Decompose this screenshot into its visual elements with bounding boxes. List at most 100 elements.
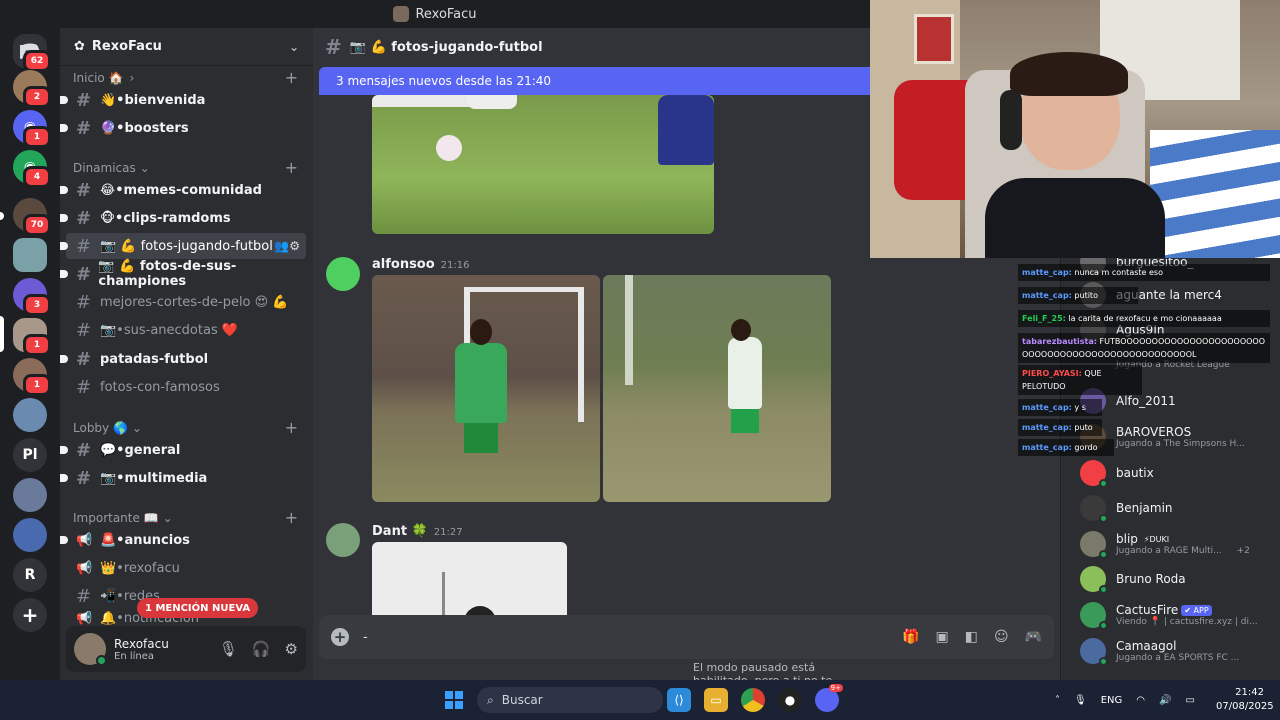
attachment-image[interactable]: [603, 275, 831, 502]
add-server-button[interactable]: +: [13, 598, 47, 632]
server-icon-4[interactable]: 70: [13, 198, 51, 236]
channel-general[interactable]: # 💬•general: [60, 437, 306, 463]
windows-start-icon[interactable]: [442, 688, 466, 712]
add-attachment-icon[interactable]: +: [331, 628, 349, 646]
category-dinamicas[interactable]: Dinamicas ⌄ +: [73, 158, 298, 177]
battery-icon[interactable]: ▭: [1185, 695, 1194, 706]
channel-clips-ramdoms[interactable]: # 🐵•clips-ramdoms: [60, 205, 306, 231]
obs-icon[interactable]: ●: [778, 688, 802, 712]
server-icon-10[interactable]: [13, 518, 47, 552]
server-icon-rexofacu[interactable]: 1: [13, 318, 51, 356]
search-placeholder: Buscar: [501, 693, 543, 707]
microphone-icon[interactable]: 🎙: [1074, 695, 1087, 706]
attachment-image[interactable]: [372, 275, 600, 502]
channel-memes-comunidad[interactable]: # 😂•memes-comunidad: [60, 177, 306, 203]
attachment-image[interactable]: [372, 542, 567, 615]
headphones-icon[interactable]: 🎧: [252, 640, 271, 658]
webcam-overlay: [870, 0, 1280, 258]
avatar: [1080, 531, 1108, 559]
avatar[interactable]: [326, 523, 360, 557]
message-author[interactable]: alfonsoo: [372, 257, 435, 272]
channel-patadas-futbol[interactable]: # patadas-futbol: [60, 346, 306, 372]
server-icon-1[interactable]: 2: [13, 70, 51, 108]
category-lobby[interactable]: Lobby 🌎 ⌄ +: [73, 418, 298, 437]
category-label: Importante 📖: [73, 510, 159, 525]
message-timestamp: 21:27: [433, 527, 463, 538]
new-mention-badge[interactable]: 1 MENCIÓN NUEVA: [137, 598, 259, 618]
server-icon-8[interactable]: [13, 398, 47, 432]
language-indicator[interactable]: ENG: [1101, 695, 1123, 706]
message-author[interactable]: Dant 🍀: [372, 524, 428, 539]
channel-boosters[interactable]: # 🔮•boosters: [60, 115, 306, 141]
member-item[interactable]: Benjamin: [1080, 492, 1173, 524]
message-composer[interactable]: + - 🎁 ▣ ◧ ☺ 🎮: [319, 615, 1054, 659]
ball: [436, 135, 462, 161]
invite-icon[interactable]: 👥⚙: [274, 239, 300, 253]
channel-multimedia[interactable]: # 📷•multimedia: [60, 465, 306, 491]
gamepad-icon[interactable]: 🎮: [1025, 629, 1042, 645]
channel-header: # 📷 💪 fotos-jugando-futbol: [313, 28, 870, 66]
unread-badge: 2: [23, 86, 51, 108]
channel-label: 📷•multimedia: [100, 470, 208, 486]
wifi-icon[interactable]: ◠: [1136, 695, 1145, 706]
volume-icon[interactable]: 🔊: [1159, 695, 1171, 706]
chevron-down-icon: ⌄: [131, 420, 142, 435]
add-channel-icon[interactable]: +: [285, 418, 298, 437]
member-item[interactable]: Bruno Roda: [1080, 563, 1186, 595]
new-messages-bar[interactable]: 3 mensajes nuevos desde las 21:40: [319, 67, 870, 95]
member-item[interactable]: bautix: [1080, 457, 1154, 489]
gif-icon[interactable]: ▣: [935, 629, 948, 645]
emoji-icon[interactable]: ☺: [994, 629, 1009, 645]
server-icon-2[interactable]: ◉1: [13, 110, 51, 148]
unread-dot: [60, 214, 68, 222]
chat-user: Feli_F_25:: [1022, 314, 1066, 323]
home-button[interactable]: 62: [13, 34, 51, 72]
channel-rexofacu[interactable]: 📢 👑•rexofacu: [66, 555, 306, 581]
channel-fotos-de-sus-championes[interactable]: # 📷 💪 fotos-de-sus-championes: [60, 259, 306, 289]
member-item[interactable]: CactusFire ✔ APP Viendo 📍 | cactusfire.xyz…: [1080, 599, 1258, 631]
server-icon-7[interactable]: 1: [13, 358, 51, 396]
sticker-icon[interactable]: ◧: [965, 629, 978, 645]
server-icon-6[interactable]: 3: [13, 278, 51, 316]
gift-icon[interactable]: 🎁: [902, 629, 919, 645]
category-inicio[interactable]: Inicio 🏠 › +: [73, 68, 298, 87]
clock[interactable]: 21:42 07/08/2025: [1216, 686, 1274, 714]
attachment-image[interactable]: [372, 95, 714, 234]
chat-message: matte_cap: y s: [1018, 399, 1102, 416]
channel-sus-anecdotas[interactable]: # 📷•sus-anecdotas ❤️: [66, 317, 306, 343]
channel-fotos-jugando-futbol[interactable]: # 📷 💪 fotos-jugando-futbol 👥⚙: [60, 233, 306, 259]
chrome-icon[interactable]: [741, 688, 765, 712]
server-header[interactable]: ✿ RexoFacu ⌄: [60, 28, 313, 66]
server-icon-9[interactable]: [13, 478, 47, 512]
folder-icon[interactable]: ▭: [704, 688, 728, 712]
avatar[interactable]: [326, 257, 360, 291]
channel-anuncios[interactable]: 📢 🚨•anuncios: [60, 527, 306, 553]
channel-label: patadas-futbol: [100, 351, 209, 367]
server-icon-r[interactable]: R: [13, 558, 47, 592]
member-activity: Jugando a RAGE Multi...: [1116, 546, 1222, 556]
online-status: [1099, 621, 1108, 630]
server-icon-5[interactable]: [13, 238, 47, 272]
channel-mejores-cortes-de-pelo[interactable]: # mejores-cortes-de-pelo 😍 💪: [66, 289, 306, 315]
add-channel-icon[interactable]: +: [285, 508, 298, 527]
selected-dot: [60, 242, 68, 250]
discord-icon[interactable]: 9+: [815, 684, 843, 712]
channel-fotos-con-famosos[interactable]: # fotos-con-famosos: [66, 374, 306, 400]
message-input[interactable]: -: [363, 630, 368, 645]
category-importante[interactable]: Importante 📖 ⌄ +: [73, 508, 298, 527]
server-icon-pl[interactable]: Pl: [13, 438, 47, 472]
member-item[interactable]: blip ⚡DUKI Jugando a RAGE Multi... +2: [1080, 528, 1250, 560]
add-channel-icon[interactable]: +: [285, 68, 298, 87]
channel-bienvenida[interactable]: # 👋•bienvenida: [60, 87, 306, 113]
vscode-icon[interactable]: ⟨⟩: [667, 688, 691, 712]
chat-text: putito: [1074, 291, 1098, 300]
taskbar-search[interactable]: ⌕ Buscar: [477, 687, 663, 713]
add-channel-icon[interactable]: +: [285, 158, 298, 177]
server-icon-3[interactable]: ◉4: [13, 150, 51, 188]
member-item[interactable]: Camaagol Jugando a EA SPORTS FC ...: [1080, 635, 1239, 667]
chevron-up-icon[interactable]: ˄: [1055, 695, 1060, 706]
gear-icon[interactable]: ⚙: [285, 640, 298, 658]
unread-dot: [60, 96, 68, 104]
microphone-icon[interactable]: 🎙: [219, 640, 238, 658]
avatar[interactable]: [74, 633, 107, 666]
